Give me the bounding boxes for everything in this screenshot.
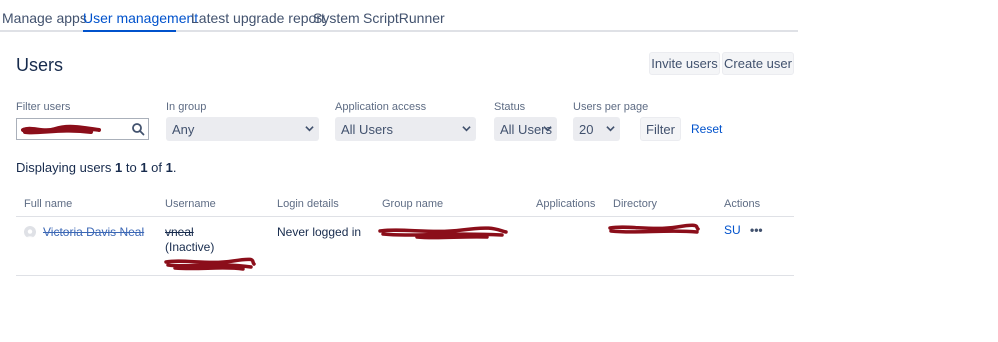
chevron-down-icon	[305, 126, 314, 132]
table-header-divider	[16, 216, 794, 217]
active-tab-indicator	[83, 30, 176, 32]
invite-users-button[interactable]: Invite users	[649, 52, 720, 75]
tab-user-management[interactable]: User management	[83, 10, 198, 26]
admin-tabs: Manage apps User management Latest upgra…	[0, 0, 798, 32]
redacted-text	[164, 257, 256, 271]
column-header-actions: Actions	[724, 198, 761, 210]
tab-latest-upgrade-report[interactable]: Latest upgrade report	[191, 10, 325, 26]
column-header-group-name: Group name	[382, 198, 444, 210]
redacted-text	[608, 223, 700, 234]
filter-button[interactable]: Filter	[640, 117, 681, 141]
users-per-page-value: 20	[579, 121, 594, 137]
status-label: Status	[494, 101, 526, 113]
application-access-select[interactable]: All Users	[335, 117, 476, 141]
status-select[interactable]: All Users	[494, 117, 557, 141]
avatar	[24, 226, 36, 238]
redacted-text	[378, 226, 508, 240]
column-header-directory: Directory	[613, 198, 658, 210]
users-per-page-select[interactable]: 20	[573, 117, 620, 141]
username: vneal	[165, 225, 194, 239]
application-access-label: Application access	[335, 101, 427, 113]
table-row-divider	[16, 275, 794, 276]
filter-users-label: Filter users	[16, 101, 71, 113]
search-icon[interactable]	[131, 122, 145, 136]
column-header-applications: Applications	[536, 198, 596, 210]
column-header-login-details: Login details	[277, 198, 339, 210]
chevron-down-icon	[606, 126, 615, 132]
users-per-page-label: Users per page	[573, 101, 649, 113]
reset-link[interactable]: Reset	[691, 122, 722, 136]
chevron-down-icon	[543, 126, 552, 132]
column-header-full-name: Full name	[24, 198, 73, 210]
filter-users-input[interactable]	[16, 118, 149, 140]
more-actions-icon[interactable]: •••	[750, 223, 763, 237]
page-title: Users	[16, 55, 64, 75]
in-group-value: Any	[172, 121, 195, 137]
tab-scriptrunner[interactable]: ScriptRunner	[363, 10, 445, 26]
switch-user-link[interactable]: SU	[724, 223, 741, 237]
login-details: Never logged in	[277, 225, 362, 239]
column-header-username: Username	[165, 198, 216, 210]
create-user-button[interactable]: Create user	[722, 52, 794, 75]
user-full-name-link[interactable]: Victoria Davis Neal	[43, 225, 144, 239]
in-group-select[interactable]: Any	[166, 117, 319, 141]
tab-system[interactable]: System	[313, 10, 360, 26]
application-access-value: All Users	[341, 121, 394, 137]
results-summary: Displaying users 1 to 1 of 1.	[16, 160, 177, 175]
user-avatar-icon	[25, 229, 35, 238]
redacted-text	[21, 124, 101, 135]
in-group-label: In group	[166, 101, 207, 113]
tab-manage-apps[interactable]: Manage apps	[2, 10, 87, 26]
user-status-inactive: (Inactive)	[165, 240, 215, 254]
chevron-down-icon	[462, 126, 471, 132]
